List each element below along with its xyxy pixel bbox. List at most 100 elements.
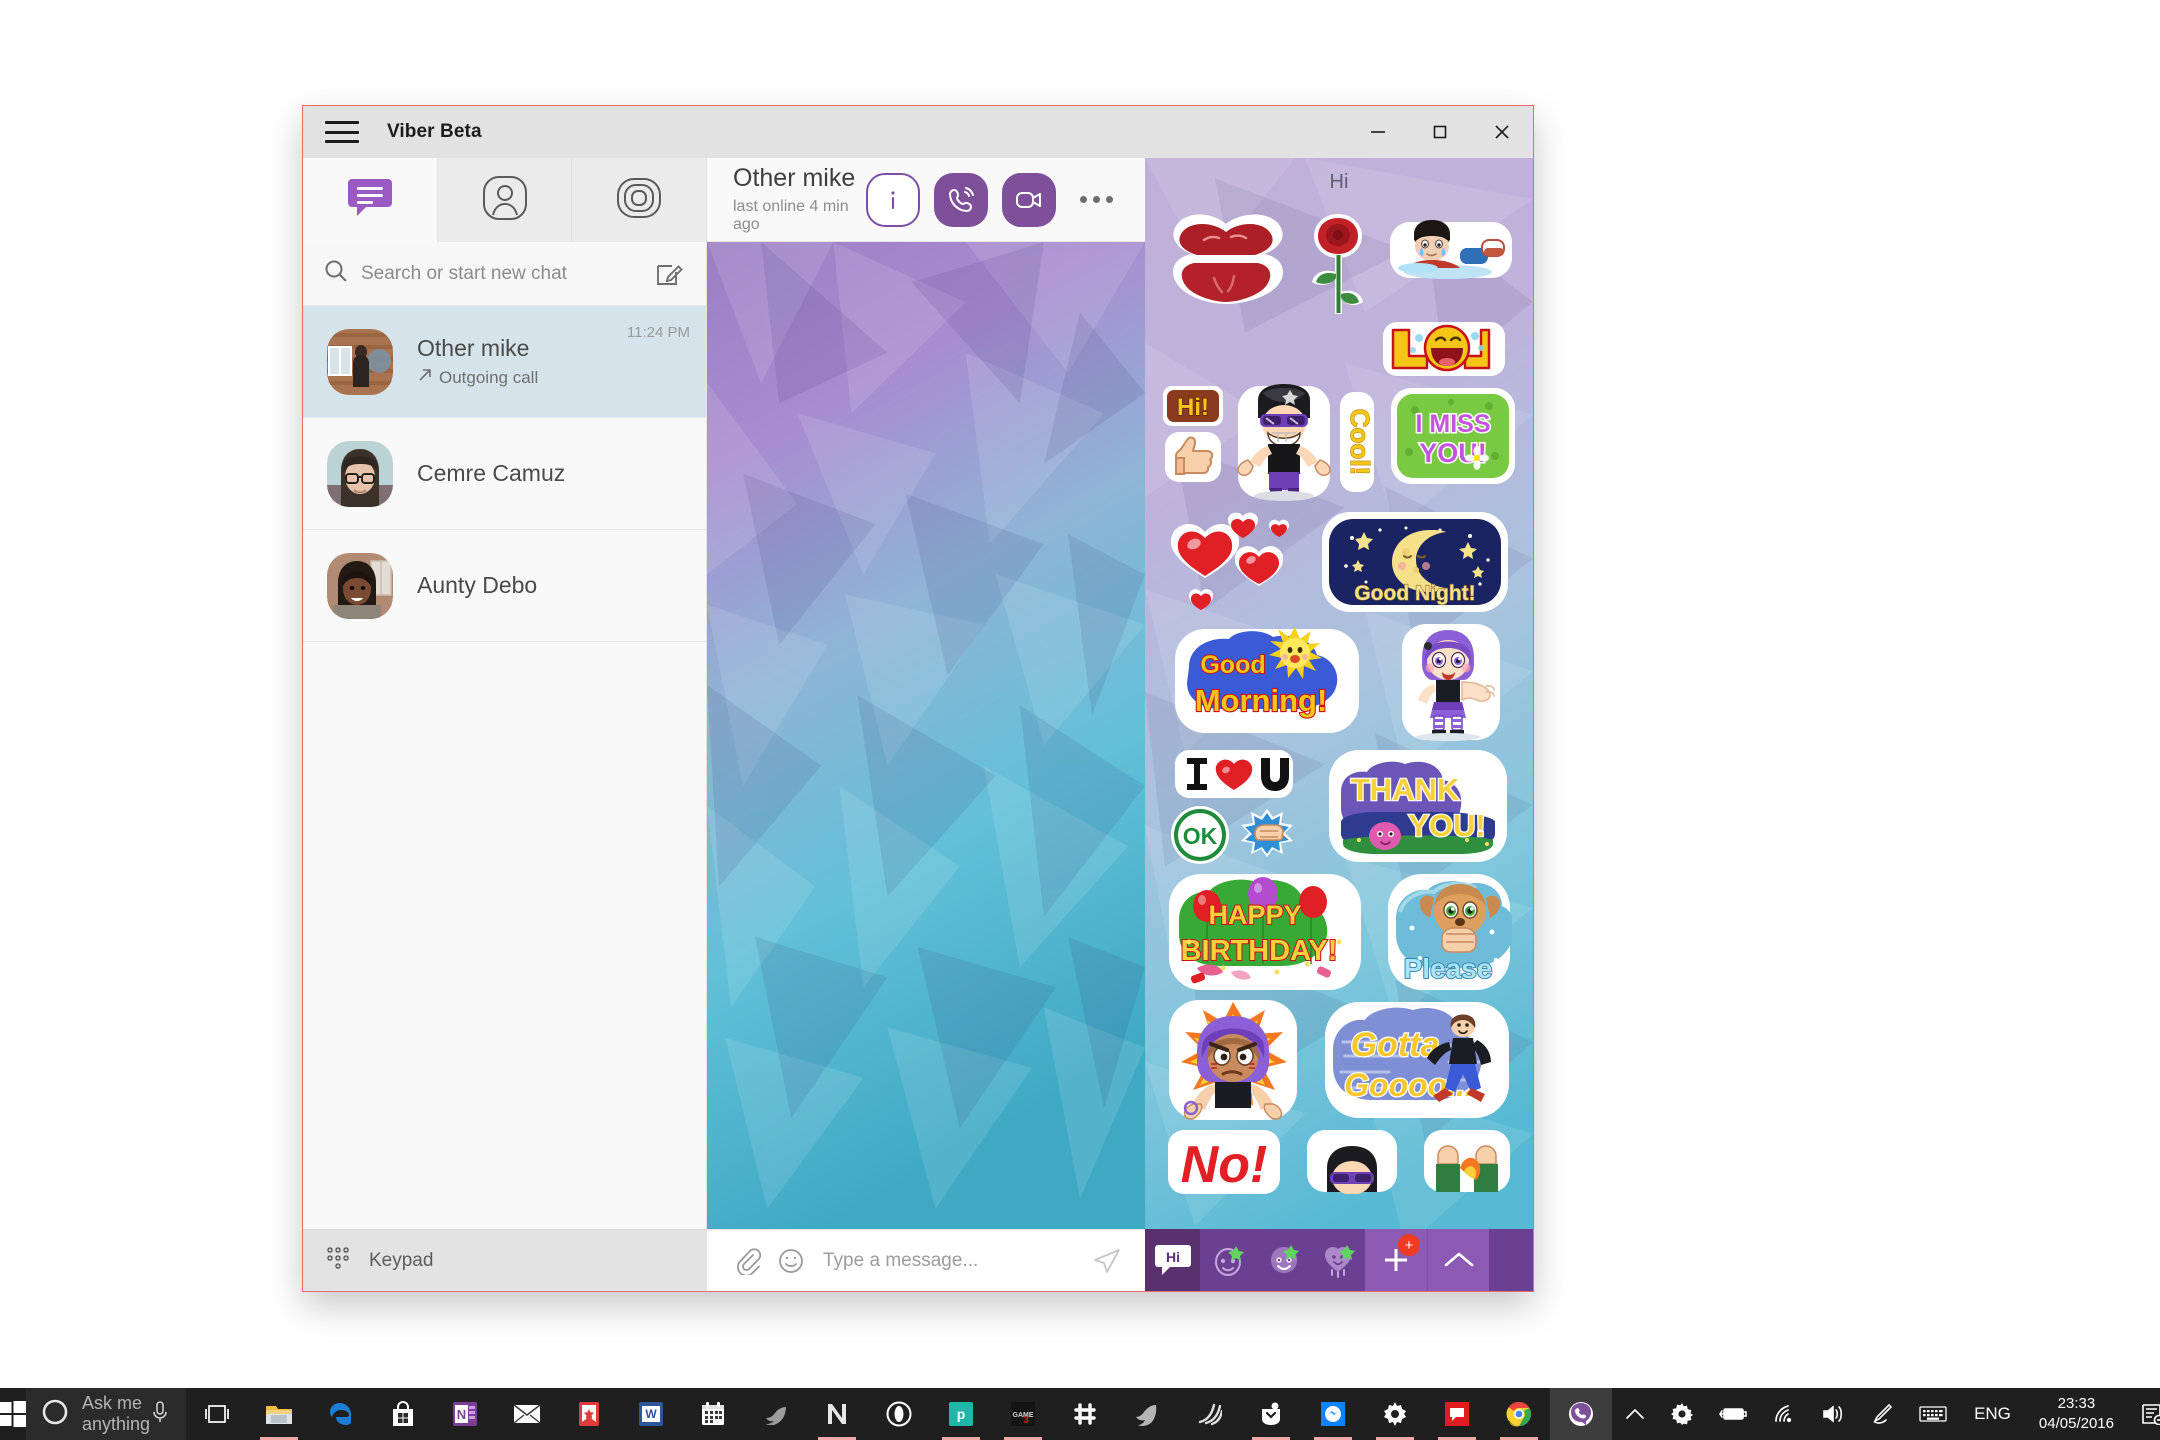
nav-tab-calls[interactable] [572,158,706,242]
video-call-button[interactable] [1002,172,1056,227]
onenote-button[interactable]: N [434,1388,496,1440]
sticker-row: No! [1155,1128,1523,1196]
svg-text:No!: No! [1181,1136,1268,1194]
microphone-icon[interactable] [150,1400,170,1429]
volume-tray-icon[interactable] [1808,1388,1858,1440]
battery-tray-icon[interactable] [1706,1388,1760,1440]
thank-you-sticker[interactable]: THANK YOU! [1327,748,1509,864]
network-tray-icon[interactable] [1760,1388,1808,1440]
mail-button[interactable] [496,1388,558,1440]
lol-sticker[interactable] [1381,318,1507,380]
waving-girl-sticker[interactable] [1396,622,1506,742]
ok-sticker[interactable]: OK [1169,804,1231,866]
keypad-button[interactable]: Keypad [303,1229,706,1291]
chat-list-item-cemre-camuz[interactable]: Cemre Camuz [303,418,706,530]
i-miss-you-sticker[interactable]: I MISS YOU! [1389,386,1517,486]
recent-hi-tab[interactable]: Hi [1145,1229,1200,1291]
paint-net-button[interactable]: p [930,1388,992,1440]
sticker-pack-2-tab[interactable] [1255,1229,1310,1291]
svg-text:THANK: THANK [1351,772,1460,807]
sad-boy-sticker[interactable] [1388,214,1514,284]
good-night-sticker[interactable]: Good Night! [1320,508,1510,616]
chat-item-name: Aunty Debo [417,572,538,598]
microsoft-edge-button[interactable] [310,1388,372,1440]
sticker-pack-1-tab[interactable] [1200,1229,1255,1291]
action-center-button[interactable] [2128,1388,2160,1440]
sticker-grid[interactable]: Hi! Cool! I MISS YOU! Good Night! Good M… [1145,206,1533,1229]
sticker-row [1155,210,1523,322]
hearts-sticker[interactable] [1169,506,1293,618]
message-input[interactable] [823,1249,1091,1272]
hamburger-icon[interactable] [325,121,359,143]
cheering-sticker[interactable] [1422,1128,1512,1194]
hi-sticker[interactable]: Hi! [1161,384,1225,428]
microsoft-store-button[interactable] [372,1388,434,1440]
start-button[interactable] [0,1388,26,1440]
paperclip-icon[interactable] [733,1247,761,1275]
search-input[interactable] [361,262,652,285]
opera-button[interactable] [868,1388,930,1440]
cool-guy-small-sticker[interactable] [1305,1128,1399,1194]
conversation-header: Other mike last online 4 min ago [707,158,1145,242]
clock[interactable]: 23:33 04/05/2016 [2025,1394,2128,1435]
conversation-panel: Other mike last online 4 min ago [707,158,1145,1291]
good-morning-sticker[interactable]: Good Morning! [1173,627,1361,737]
svg-text:Good Night!: Good Night! [1354,582,1475,605]
maximize-button[interactable] [1409,106,1471,158]
i-love-u-sticker[interactable] [1173,748,1295,800]
kiss-lips-sticker[interactable] [1164,210,1288,314]
add-sticker-pack-button[interactable]: + [1365,1229,1427,1291]
nav-tab-chats[interactable] [303,158,438,242]
viber-button[interactable] [1550,1388,1613,1440]
youtube-button[interactable] [1426,1388,1488,1440]
settings-button[interactable] [1364,1388,1426,1440]
fist-bump-sticker[interactable] [1235,807,1299,863]
cool-guy-sticker[interactable] [1232,384,1336,502]
conversation-titles: Other mike last online 4 min ago [733,165,866,234]
messenger-button[interactable] [1302,1388,1364,1440]
task-view-button[interactable] [186,1388,248,1440]
wunderlist-button[interactable] [558,1388,620,1440]
sticker-pack-3-tab[interactable] [1310,1229,1365,1291]
close-button[interactable] [1471,106,1533,158]
svg-text:I MISS: I MISS [1415,410,1490,438]
cool-text-sticker[interactable]: Cool! [1338,390,1376,494]
chat-item-name: Other mike [417,335,530,361]
word-button[interactable]: W [620,1388,682,1440]
collapse-stickers-button[interactable] [1427,1229,1489,1291]
no-sticker[interactable]: No! [1166,1128,1282,1196]
more-options-icon[interactable] [1070,173,1123,227]
cortana-search-box[interactable]: Ask me anything [26,1388,187,1440]
chat-list-item-other-mike[interactable]: Other mike Outgoing call 11:24 PM [303,306,706,418]
pocket-button[interactable] [1240,1388,1302,1440]
please-puppy-sticker[interactable]: Please [1386,872,1512,992]
nav-tab-contacts[interactable] [438,158,573,242]
send-icon[interactable] [1091,1245,1123,1277]
language-indicator[interactable]: ENG [1960,1404,2025,1424]
bird-app-button[interactable] [744,1388,806,1440]
lines-app-button[interactable] [1178,1388,1240,1440]
info-button[interactable] [866,172,920,227]
settings-tray-icon[interactable] [1658,1388,1706,1440]
left-panel: Other mike Outgoing call 11:24 PM [303,158,707,1291]
red-app-button[interactable]: GAME 3 [992,1388,1054,1440]
touch-keyboard-button[interactable] [1906,1388,1960,1440]
gray-app-button[interactable] [1116,1388,1178,1440]
minimize-button[interactable] [1347,106,1409,158]
pen-tray-icon[interactable] [1858,1388,1906,1440]
slack-button[interactable] [1054,1388,1116,1440]
show-hidden-icons-button[interactable] [1612,1388,1658,1440]
happy-birthday-sticker[interactable]: HAPPY BIRTHDAY! [1167,872,1363,992]
chrome-button[interactable] [1488,1388,1550,1440]
chat-list-item-aunty-debo[interactable]: Aunty Debo [303,530,706,642]
smiley-icon[interactable] [777,1247,805,1275]
compose-icon[interactable] [652,257,686,291]
file-explorer-button[interactable] [248,1388,310,1440]
red-rose-sticker[interactable] [1305,210,1371,322]
audio-call-button[interactable] [934,172,988,227]
n-app-button[interactable] [806,1388,868,1440]
gotta-go-sticker[interactable]: Gotta Goooo... [1323,1000,1511,1120]
calendar-button[interactable] [682,1388,744,1440]
thumbs-up-sticker[interactable] [1163,430,1223,484]
angry-girl-sticker[interactable] [1167,998,1299,1122]
